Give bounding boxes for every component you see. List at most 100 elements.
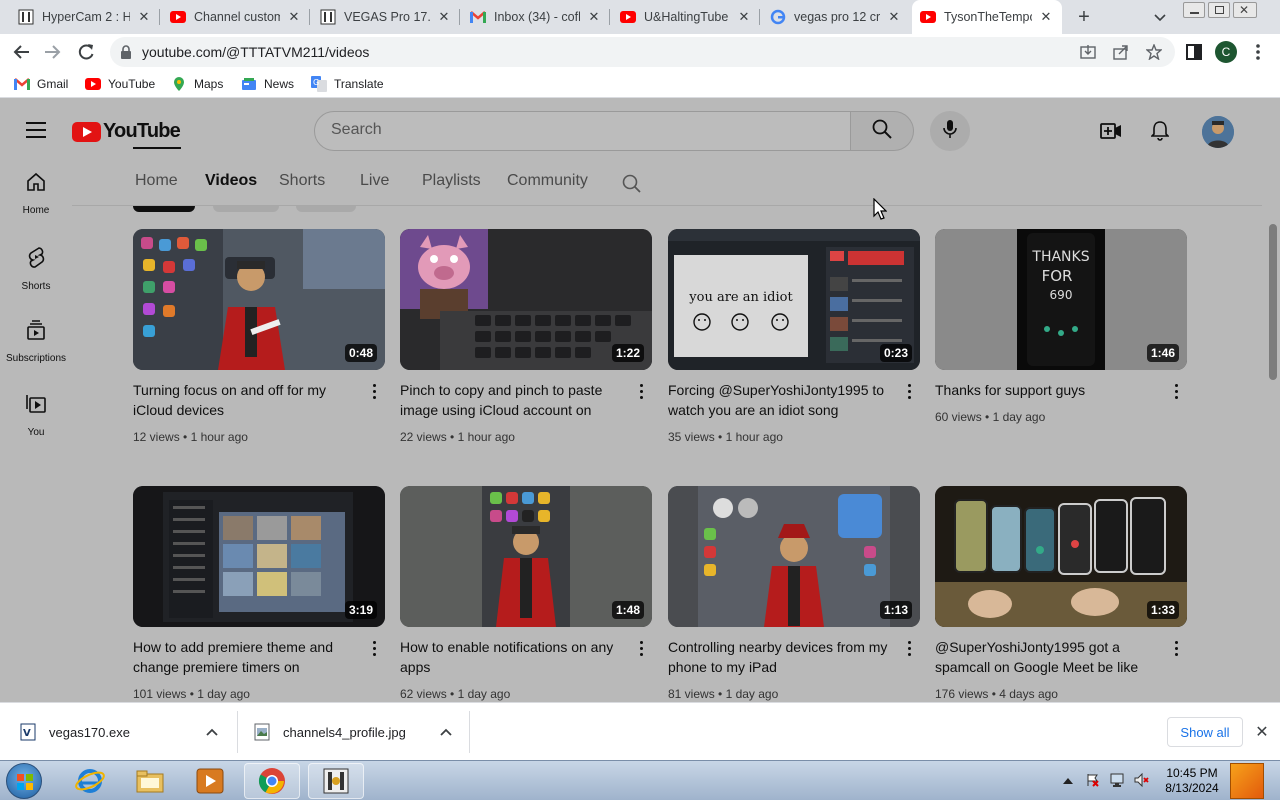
video-title[interactable]: @SuperYoshiJonty1995 got a spamcall on G… [935,637,1157,677]
video-thumbnail[interactable]: 1:33 [935,486,1187,627]
reload-icon[interactable] [74,40,98,64]
tab-channel-custom[interactable]: Channel custom ✕ [162,0,310,34]
nav-item-subscriptions[interactable]: Subscriptions [0,306,72,380]
video-menu-icon[interactable] [371,641,377,657]
video-card[interactable]: 1:13 Controlling nearby devices from my … [668,486,920,701]
video-card[interactable]: THANKS FOR 690 1:46 Thanks for support g… [935,229,1187,424]
show-all-downloads-button[interactable]: Show all [1167,717,1243,747]
tab-hypercam[interactable]: HyperCam 2 : Hy ✕ [10,0,160,34]
start-button[interactable] [6,763,42,799]
download-item-channels4-profile[interactable]: channels4_profile.jpg [254,703,464,761]
scrollbar-thumb[interactable] [1269,224,1277,380]
chevron-up-icon[interactable] [440,724,452,739]
video-menu-icon[interactable] [1173,384,1179,400]
close-icon[interactable]: ✕ [886,9,902,25]
page-scrollbar[interactable] [1266,102,1280,702]
restore-button[interactable] [1208,2,1230,18]
video-menu-icon[interactable] [638,384,644,400]
tab-playlists[interactable]: Playlists [422,172,481,190]
back-arrow-icon[interactable] [9,40,33,64]
video-card[interactable]: 3:19 How to add premiere theme and chang… [133,486,385,701]
download-item-vegas170[interactable]: V vegas170.exe [20,703,230,761]
share-icon[interactable] [1113,44,1129,60]
chrome-taskbar-icon[interactable] [244,763,300,799]
hypercam-taskbar-icon[interactable] [308,763,364,799]
install-app-icon[interactable] [1080,44,1096,60]
tab-community[interactable]: Community [507,172,588,190]
bookmark-star-icon[interactable] [1145,43,1163,61]
video-thumbnail[interactable]: 1:48 [400,486,652,627]
close-icon[interactable]: ✕ [1038,9,1054,25]
show-hidden-icons-icon[interactable] [1062,773,1076,787]
new-tab-button[interactable]: + [1072,5,1096,29]
video-thumbnail[interactable]: 1:22 [400,229,652,370]
video-title[interactable]: Pinch to copy and pinch to paste image u… [400,380,622,420]
close-icon[interactable]: ✕ [586,9,602,25]
create-video-icon[interactable] [1099,119,1123,143]
video-thumbnail[interactable]: 1:13 [668,486,920,627]
video-title[interactable]: How to add premiere theme and change pre… [133,637,355,677]
tab-google-search[interactable]: vegas pro 12 cr ✕ [762,0,910,34]
tab-search-chevron-icon[interactable] [1150,8,1170,28]
youtube-logo[interactable]: YouTube [72,120,181,143]
nav-item-you[interactable]: You [0,380,72,454]
close-icon[interactable]: ✕ [736,9,752,25]
sort-chip-latest[interactable] [133,206,195,212]
tab-gmail[interactable]: Inbox (34) - cofl ✕ [462,0,610,34]
video-card[interactable]: 0:48 Turning focus on and off for my iCl… [133,229,385,444]
nav-item-home[interactable]: Home [0,158,72,232]
close-download-bar-icon[interactable]: ✕ [1254,724,1270,741]
channel-search-icon[interactable] [622,174,642,199]
bookmark-youtube[interactable]: YouTube [85,76,155,92]
close-icon[interactable]: ✕ [136,9,152,25]
bookmark-maps[interactable]: Maps [171,76,223,92]
video-thumbnail[interactable]: THANKS FOR 690 1:46 [935,229,1187,370]
tab-live[interactable]: Live [360,172,389,190]
video-title[interactable]: Thanks for support guys [935,380,1157,400]
close-icon[interactable]: ✕ [436,9,452,25]
address-bar[interactable]: youtube.com/@TTTATVM211/videos [110,37,1175,67]
tab-haltingtube[interactable]: U&HaltingTube ✕ [612,0,760,34]
nav-item-shorts[interactable]: Shorts [0,232,72,306]
minimize-button[interactable] [1183,2,1205,18]
lock-icon[interactable] [120,45,132,64]
network-icon[interactable] [1110,773,1124,787]
video-menu-icon[interactable] [371,384,377,400]
tab-tysonthetempo[interactable]: TysonTheTempo ✕ [912,0,1062,34]
video-menu-icon[interactable] [906,641,912,657]
media-player-icon[interactable] [182,763,238,799]
video-menu-icon[interactable] [906,384,912,400]
volume-muted-icon[interactable] [1134,772,1149,788]
show-desktop-button[interactable] [1230,763,1264,799]
sort-chip-popular[interactable] [213,206,279,212]
window-close-button[interactable]: ✕ [1233,2,1257,18]
video-title[interactable]: Turning focus on and off for my iCloud d… [133,380,355,420]
url-text[interactable]: youtube.com/@TTTATVM211/videos [142,44,369,60]
video-card[interactable]: 1:48 How to enable notifications on any … [400,486,652,701]
search-box[interactable] [314,111,851,151]
sort-chip-oldest[interactable] [296,206,356,212]
search-input[interactable] [331,121,831,139]
video-title[interactable]: Forcing @SuperYoshiJonty1995 to watch yo… [668,380,890,420]
more-menu-icon[interactable] [1246,40,1270,64]
bookmark-translate[interactable]: G Translate [311,76,384,92]
hamburger-menu-icon[interactable] [26,122,46,138]
notifications-bell-icon[interactable] [1148,119,1172,143]
action-center-flag-icon[interactable] [1086,773,1100,787]
bookmark-news[interactable]: News [241,76,294,92]
side-panel-icon[interactable] [1182,40,1206,64]
voice-search-button[interactable] [930,111,970,151]
video-thumbnail[interactable]: 0:48 [133,229,385,370]
video-thumbnail[interactable]: you are an idiot 0:23 [668,229,920,370]
video-title[interactable]: Controlling nearby devices from my phone… [668,637,890,677]
system-clock[interactable]: 10:45 PM 8/13/2024 [1160,766,1224,796]
video-title[interactable]: How to enable notifications on any apps [400,637,622,677]
forward-arrow-icon[interactable] [41,40,65,64]
video-card[interactable]: you are an idiot 0:23 Forcing @SuperYosh… [668,229,920,444]
tab-vegas[interactable]: VEGAS Pro 17.0 ✕ [312,0,460,34]
profile-avatar[interactable]: C [1215,41,1237,63]
video-thumbnail[interactable]: 3:19 [133,486,385,627]
tab-videos[interactable]: Videos [205,172,257,190]
internet-explorer-icon[interactable] [62,763,118,799]
file-explorer-icon[interactable] [122,763,178,799]
